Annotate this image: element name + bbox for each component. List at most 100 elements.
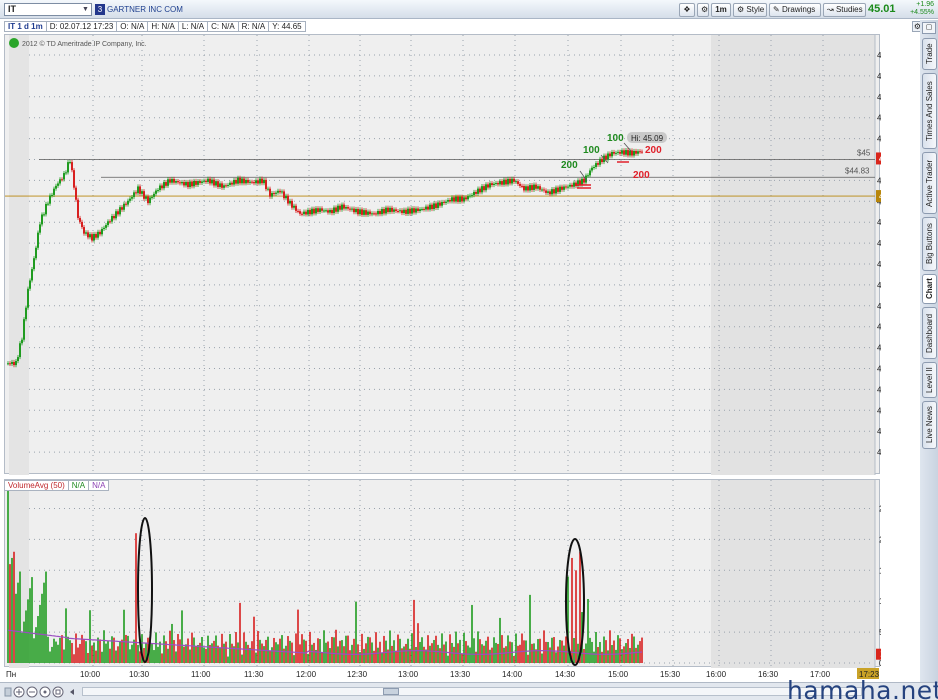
volume-bar <box>17 582 19 663</box>
studies-button[interactable]: ↝ Studies <box>823 3 866 17</box>
drag-handle-icon[interactable] <box>4 687 12 697</box>
candle-body <box>77 199 79 218</box>
volume-bar <box>197 644 199 663</box>
candle-body <box>247 179 249 183</box>
volume-bar <box>395 650 397 663</box>
candle-body <box>177 181 179 183</box>
scrollbar-thumb[interactable] <box>383 688 399 695</box>
candle-body <box>493 183 495 185</box>
candle-body <box>55 185 57 189</box>
volume-bar <box>367 636 369 663</box>
candle-body <box>43 214 45 216</box>
link-group-badge[interactable]: 3 <box>95 4 105 15</box>
volume-tick-label: 5,000 <box>879 628 881 637</box>
volume-tick-label: 10,000 <box>879 597 881 606</box>
volume-bar <box>347 635 349 663</box>
price-tick-label: 45.2 <box>877 135 881 144</box>
volume-bar <box>103 630 105 663</box>
volume-bar <box>87 653 89 663</box>
candle-body <box>351 208 353 210</box>
volume-bar <box>261 643 263 663</box>
volume-bar <box>239 602 241 663</box>
candle-body <box>239 177 241 184</box>
candle-body <box>35 247 37 259</box>
symbol-dropdown-icon[interactable]: ▼ <box>81 5 90 14</box>
candle-body <box>149 197 151 204</box>
side-tab-trade[interactable]: Trade <box>922 38 937 70</box>
candle-body <box>341 204 343 210</box>
candle-body <box>625 150 627 155</box>
study-value-2: N/A <box>89 480 110 491</box>
volume-bar <box>323 630 325 663</box>
candle-body <box>207 178 209 182</box>
time-tick-label: 15:30 <box>660 670 681 679</box>
candle-body <box>339 205 341 210</box>
volume-bar <box>491 647 493 663</box>
volume-bar <box>83 638 85 663</box>
candle-body <box>319 208 321 212</box>
volume-bar <box>605 640 607 663</box>
side-tab-chart[interactable]: Chart <box>922 274 937 304</box>
volume-bar <box>235 632 237 663</box>
zoom-reset-icon[interactable] <box>39 686 51 698</box>
candle-body <box>393 209 395 212</box>
volume-bar <box>125 634 127 663</box>
cursor-tool-icon[interactable]: ❖ <box>679 3 695 17</box>
side-tab-level-ii[interactable]: Level II <box>922 362 937 398</box>
candle-body <box>321 208 323 211</box>
side-tab-dashboard[interactable]: Dashboard <box>922 307 937 359</box>
candle-body <box>539 186 541 190</box>
side-tab-times-and-sales[interactable]: Times And Sales <box>922 73 937 149</box>
volume-bar <box>183 646 185 663</box>
drawings-button[interactable]: ✎ Drawings <box>769 3 821 17</box>
candle-body <box>547 191 549 193</box>
chart-title[interactable]: IT 1 d 1m <box>4 21 47 32</box>
symbol-input[interactable]: IT ▼ <box>4 3 92 16</box>
candle-body <box>263 179 265 184</box>
interval-button[interactable]: 1m <box>711 3 731 17</box>
zoom-out-icon[interactable] <box>26 686 38 698</box>
volume-bar <box>47 636 49 663</box>
candle-body <box>141 191 143 194</box>
candle-body <box>197 181 199 185</box>
candle-body <box>187 181 189 188</box>
volume-bar <box>333 637 335 663</box>
horizontal-scrollbar[interactable] <box>82 687 862 696</box>
zoom-in-icon[interactable] <box>13 686 25 698</box>
detach-icon[interactable]: ▢ <box>922 22 936 34</box>
candle-body <box>313 208 315 214</box>
volume-pane[interactable]: 25,000 20,000 15,000 10,000 5,000 01,504 <box>4 479 881 668</box>
candle-body <box>173 178 175 183</box>
volume-bar <box>557 646 559 663</box>
volume-bar <box>85 641 87 663</box>
volume-bar <box>255 652 257 663</box>
volume-bar <box>105 643 107 663</box>
side-tab-active-trader[interactable]: Active Trader <box>922 152 937 214</box>
candle-body <box>121 207 123 210</box>
side-tab-big-buttons[interactable]: Big Buttons <box>922 217 937 271</box>
volume-bar <box>121 639 123 663</box>
volume-bar <box>109 648 111 663</box>
candle-body <box>169 179 171 183</box>
time-tick-label: 12:30 <box>347 670 368 679</box>
volume-bar <box>317 638 319 663</box>
volume-bar <box>635 647 637 663</box>
volume-bar <box>287 636 289 663</box>
time-tick-label: 13:00 <box>398 670 419 679</box>
price-pane[interactable]: 4645.845.645.445.24544.844.644.444.24443… <box>4 34 881 475</box>
candle-body <box>449 200 451 202</box>
volume-bar <box>435 635 437 663</box>
chart-settings-icon[interactable]: ⚙ <box>697 3 709 17</box>
zoom-fit-icon[interactable] <box>52 686 64 698</box>
candle-body <box>433 203 435 210</box>
price-tick-label: 44.2 <box>877 239 881 248</box>
candle-body <box>375 213 377 215</box>
study-name[interactable]: VolumeAvg (50) <box>4 480 69 491</box>
side-tab-live-news[interactable]: Live News <box>922 401 937 449</box>
style-button[interactable]: ⚙ Style <box>733 3 767 17</box>
candle-body <box>117 211 119 215</box>
scroll-left-icon[interactable] <box>70 689 74 695</box>
candle-body <box>185 181 187 186</box>
price-tick-label: 43.8 <box>877 281 881 290</box>
volume-bar <box>469 647 471 663</box>
